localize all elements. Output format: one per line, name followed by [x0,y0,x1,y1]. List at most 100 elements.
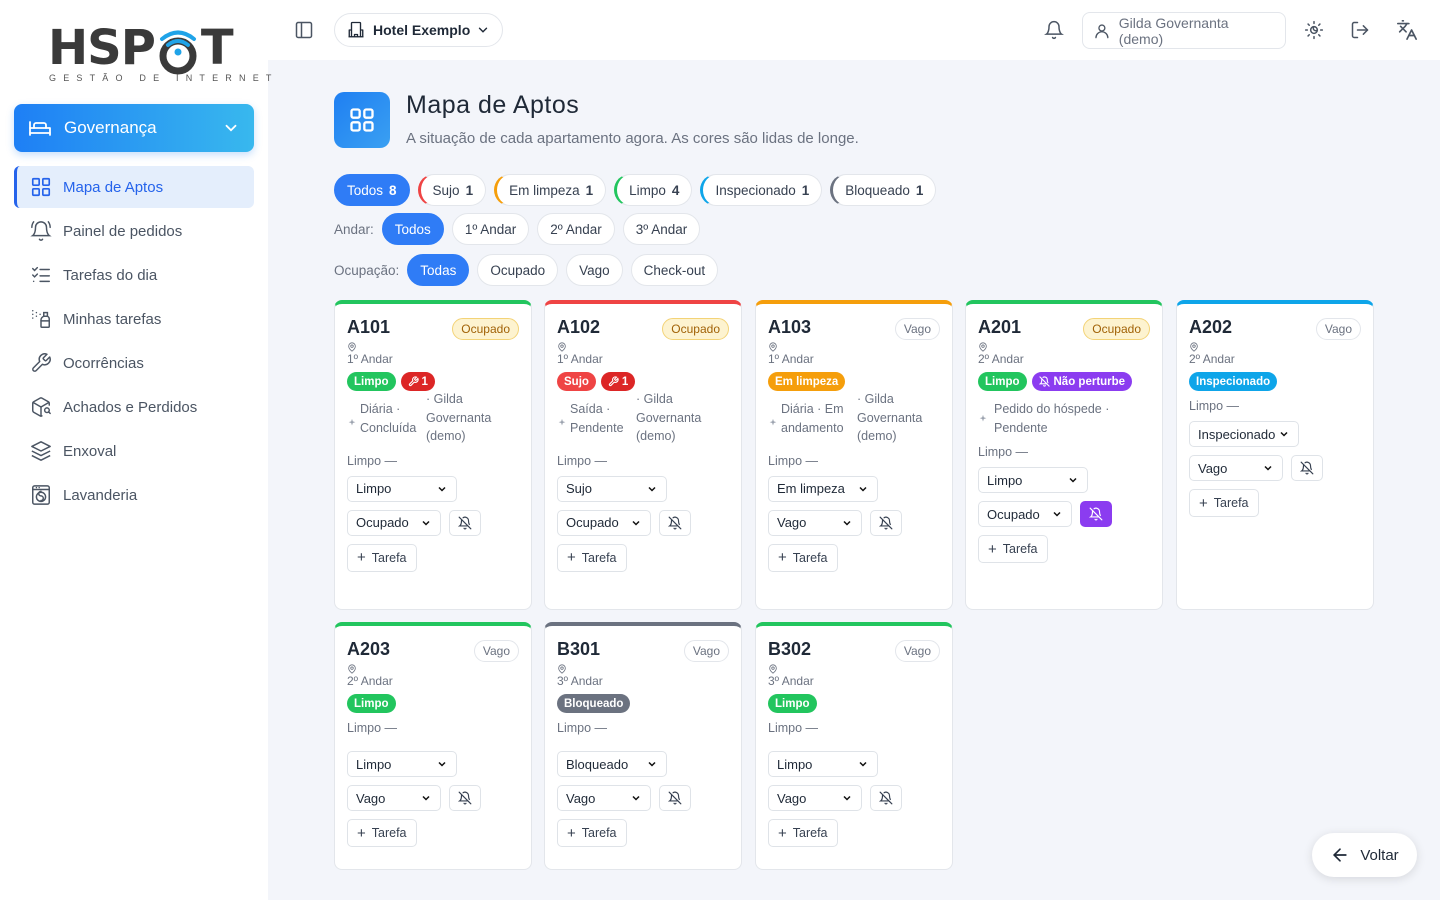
back-button[interactable]: Voltar [1312,833,1417,877]
sidebar-item-tarefas-do-dia[interactable]: Tarefas do dia [14,254,254,296]
floor-filter-2[interactable]: 2º Andar [537,213,615,245]
sidebar-toggle-icon[interactable] [294,20,314,40]
bell-off-icon [1300,461,1314,475]
room-card-a201[interactable]: A201 Ocupado 2º Andar Limpo Não perturbe… [965,300,1163,610]
dnd-toggle-button[interactable] [659,785,691,811]
occupancy-select-value: Vago [356,790,386,806]
occupancy-filter-ocupado[interactable]: Ocupado [477,254,559,286]
theme-toggle-icon[interactable] [1304,20,1324,40]
sparkles-icon [557,400,570,446]
add-task-button[interactable]: + Tarefa [347,819,417,847]
occupancy-select[interactable]: Vago [768,509,862,536]
floor-filter-todos[interactable]: Todos [381,213,444,245]
room-card-a101[interactable]: A101 Ocupado 1º Andar Limpo 1 Diária · Co… [334,300,532,610]
room-card-a202[interactable]: A202 Vago 2º Andar Inspecionado Limpo — … [1176,300,1374,610]
floor-filter-3[interactable]: 3º Andar [622,213,701,245]
occupancy-badge: Ocupado [452,318,519,340]
dnd-toggle-button[interactable] [870,785,902,811]
status-select-value: Sujo [566,481,593,496]
status-select[interactable]: Inspecionado [1189,421,1299,447]
status-badge: Sujo [557,372,596,391]
hotel-selector[interactable]: Hotel Exemplo [334,13,503,47]
status-filter-limpo[interactable]: Limpo 4 [614,174,693,206]
add-task-button[interactable]: + Tarefa [557,543,627,572]
occupancy-filter-vago[interactable]: Vago [566,254,623,286]
plus-icon: + [357,824,366,842]
room-card-a203[interactable]: A203 Vago 2º Andar Limpo Limpo — Limpo V… [334,622,532,870]
dnd-toggle-button[interactable] [449,509,481,536]
occupancy-select[interactable]: Vago [557,785,651,811]
status-select[interactable]: Limpo [978,467,1088,493]
issues-badge: 1 [400,372,435,391]
dnd-toggle-button[interactable] [449,785,481,811]
sidebar-item-label: Painel de pedidos [63,222,183,240]
sidebar-item-ocorrencias[interactable]: Ocorrências [14,342,254,384]
logout-icon[interactable] [1350,20,1370,40]
sidebar-item-label: Ocorrências [63,354,144,372]
issues-count: 1 [421,375,428,388]
occupancy-select[interactable]: Ocupado [978,501,1072,527]
module-selector[interactable]: Governança [14,104,254,152]
occupancy-filter-bar: Ocupação: Todas Ocupado Vago Check-out [334,254,719,286]
occupancy-select[interactable]: Ocupado [557,509,651,536]
sidebar-item-minhas-tarefas[interactable]: Minhas tarefas [14,298,254,340]
add-task-button[interactable]: + Tarefa [1189,489,1259,517]
status-select[interactable]: Limpo [347,751,457,777]
dnd-toggle-button[interactable] [870,509,902,536]
status-filter-em-limpeza[interactable]: Em limpeza 1 [494,174,607,206]
add-task-button[interactable]: + Tarefa [978,535,1048,563]
bed-icon [29,121,51,136]
room-floor-label: 1º Andar [347,352,393,366]
add-task-button[interactable]: + Tarefa [768,819,838,847]
occupancy-filter-checkout[interactable]: Check-out [630,254,719,286]
list-check-icon [30,264,52,286]
add-task-button[interactable]: + Tarefa [347,543,417,572]
chip-count: 1 [915,182,924,198]
chip-label: Inspecionado [715,182,796,198]
occupancy-select[interactable]: Vago [347,785,441,811]
status-filter-sujo[interactable]: Sujo 1 [417,174,487,206]
add-task-button[interactable]: + Tarefa [768,543,838,572]
chevron-down-icon [632,520,640,526]
status-filter-bloqueado[interactable]: Bloqueado 1 [830,174,937,206]
occupancy-filter-todas[interactable]: Todas [407,254,470,286]
room-card-b301[interactable]: B301 Vago 3º Andar Bloqueado Limpo — Blo… [544,622,742,870]
add-task-label: Tarefa [581,550,617,565]
add-task-button[interactable]: + Tarefa [557,819,627,847]
status-filter-todos[interactable]: Todos 8 [334,174,410,206]
brand-logo[interactable]: HSP T GESTÃO DE INTERNET [48,20,271,86]
room-card-b302[interactable]: B302 Vago 3º Andar Limpo Limpo — Limpo V… [755,622,953,870]
page-subtitle: A situação de cada apartamento agora. As… [406,130,859,147]
sidebar-item-achados-e-perdidos[interactable]: Achados e Perdidos [14,386,254,428]
occupancy-select[interactable]: Ocupado [347,509,441,536]
sidebar-item-lavanderia[interactable]: Lavanderia [14,474,254,516]
dnd-toggle-button[interactable] [659,509,691,536]
status-select[interactable]: Bloqueado [557,751,667,777]
status-filter-inspecionado[interactable]: Inspecionado 1 [700,174,823,206]
room-card-a103[interactable]: A103 Vago 1º Andar Em limpeza Diária · E… [755,300,953,610]
sidebar-item-enxoval[interactable]: Enxoval [14,430,254,472]
dnd-toggle-button[interactable] [1291,455,1323,481]
user-menu[interactable]: Gilda Governanta (demo) [1082,12,1286,49]
status-select[interactable]: Em limpeza [768,475,878,502]
room-floor-label: 1º Andar [557,352,603,366]
status-badge: Limpo [978,372,1027,391]
status-select[interactable]: Limpo [768,751,878,777]
user-icon [1095,23,1109,38]
task-status: Pendente [570,420,624,435]
occupancy-select[interactable]: Vago [1189,455,1283,481]
floor-filter-label: Andar: [334,221,374,237]
notifications-bell-icon[interactable] [1044,20,1064,40]
dnd-toggle-button[interactable] [1080,501,1112,527]
sidebar-item-mapa-de-aptos[interactable]: Mapa de Aptos [14,166,254,208]
sidebar-item-painel-de-pedidos[interactable]: Painel de pedidos [14,210,254,252]
language-icon[interactable] [1396,19,1418,41]
task-status: Concluída [360,420,417,435]
room-card-a102[interactable]: A102 Ocupado 1º Andar Sujo 1 Saída · Pend… [544,300,742,610]
floor-filter-1[interactable]: 1º Andar [451,213,530,245]
room-floor: 3º Andar [768,664,940,688]
status-select[interactable]: Sujo [557,475,667,502]
chevron-down-icon [1280,431,1288,437]
status-select[interactable]: Limpo [347,475,457,502]
occupancy-select[interactable]: Vago [768,785,862,811]
